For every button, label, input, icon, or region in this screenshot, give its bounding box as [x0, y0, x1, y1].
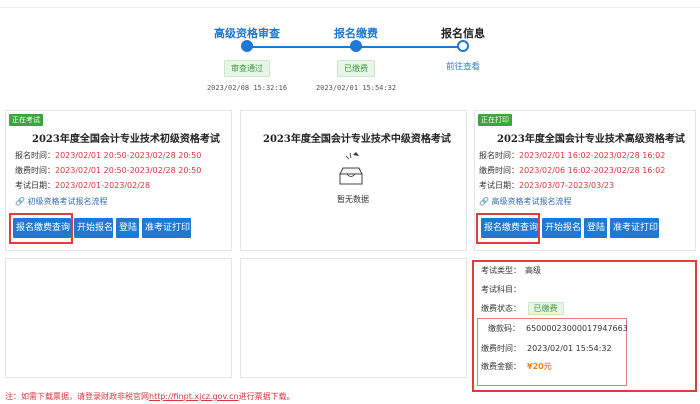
empty-box-icon: [339, 152, 363, 185]
footer-suffix: 进行票据下载。: [238, 392, 295, 401]
link-icon: 🔗: [479, 197, 489, 206]
info-value: 2023/03/07-2023/03/23: [519, 181, 615, 190]
junior-start-signup-button[interactable]: 开始报名: [74, 218, 113, 238]
exam-type-value: 高级: [525, 266, 541, 275]
order-code-label: 缴款码：: [488, 324, 520, 333]
info-label: 考试日期：: [479, 181, 519, 190]
junior-status-tag: 正在考试: [9, 114, 43, 126]
step-connector-2: [356, 46, 463, 48]
step-3-title: 报名信息: [441, 27, 485, 40]
info-label: 缴费时间：: [479, 166, 519, 175]
junior-exam-title: 2023年度全国会计专业技术初级资格考试: [32, 134, 220, 145]
step-1-title: 高级资格审查: [214, 27, 280, 40]
step-2-status-badge: 已缴费: [337, 60, 375, 77]
junior-exam-date-row: 考试日期：2023/02/01-2023/02/28: [15, 180, 150, 191]
info-value: 2023/02/01-2023/02/28: [55, 181, 151, 190]
amount-label: 缴费金额：: [481, 362, 521, 371]
step-1-dot: [241, 40, 253, 52]
senior-flow-link[interactable]: 🔗 高级资格考试报名流程: [479, 196, 572, 207]
senior-flow-link-label: 高级资格考试报名流程: [491, 197, 572, 206]
middle-exam-title: 2023年度全国会计专业技术中级资格考试: [263, 134, 451, 145]
info-value: 2023/02/06 16:02-2023/02/28 16:02: [519, 166, 666, 175]
info-value: 2023/02/01 16:02-2023/02/28 16:02: [519, 151, 666, 160]
link-icon: 🔗: [15, 197, 25, 206]
middle-empty-text: 暂无数据: [337, 195, 369, 204]
junior-admission-print-button[interactable]: 准考证打印: [142, 218, 191, 238]
info-label: 考试日期：: [15, 181, 55, 190]
info-value: 2023/02/01 20:50-2023/02/28 20:50: [55, 151, 202, 160]
senior-highlight-box: [476, 213, 540, 244]
step-3-view-link[interactable]: 前往查看: [446, 60, 480, 72]
pay-status-label: 缴费状态：: [481, 304, 521, 313]
info-label: 报名时间：: [15, 151, 55, 160]
info-label: 报名时间：: [479, 151, 519, 160]
footer-note: 注：如需下载票据，请登录财政非税官网http://finpt.xjcz.gov.…: [5, 391, 295, 402]
junior-login-button[interactable]: 登陆: [116, 218, 139, 238]
pay-time-value: 2023/02/01 15:54:32: [527, 344, 612, 353]
pay-time-row: 缴费时间： 2023/02/01 15:54:32: [481, 343, 612, 354]
step-2-time: 2023/02/01 15:54:32: [315, 84, 397, 92]
junior-pay-time-row: 缴费时间：2023/02/01 20:50-2023/02/28 20:50: [15, 165, 201, 176]
amount-row: 缴费金额： ¥20元: [481, 361, 552, 372]
footer-prefix: 注：如需下载票据，请登录财政非税官网: [5, 392, 149, 401]
step-2-title: 报名缴费: [334, 27, 378, 40]
step-1-status-badge: 审查通过: [224, 60, 270, 77]
exam-type-label: 考试类型：: [481, 266, 521, 275]
junior-signup-time-row: 报名时间：2023/02/01 20:50-2023/02/28 20:50: [15, 150, 201, 161]
senior-admission-print-button[interactable]: 准考证打印: [610, 218, 659, 238]
pay-status-badge: 已缴费: [527, 302, 564, 315]
senior-login-button[interactable]: 登陆: [584, 218, 607, 238]
pay-time-label: 缴费时间：: [481, 344, 521, 353]
top-divider: [0, 0, 700, 8]
junior-flow-link-label: 初级资格考试报名流程: [27, 197, 108, 206]
subject-label: 考试科目：: [481, 285, 521, 294]
finpt-link[interactable]: http://finpt.xjcz.gov.cn: [149, 392, 239, 401]
junior-detail-panel: [5, 258, 232, 378]
info-value: 2023/02/01 20:50-2023/02/28 20:50: [55, 166, 202, 175]
junior-flow-link[interactable]: 🔗 初级资格考试报名流程: [15, 196, 108, 207]
junior-highlight-box: [9, 213, 73, 244]
senior-start-signup-button[interactable]: 开始报名: [542, 218, 581, 238]
pay-status-row: 缴费状态： 已缴费: [481, 302, 564, 315]
senior-status-tag: 正在打印: [478, 114, 512, 126]
senior-signup-time-row: 报名时间：2023/02/01 16:02-2023/02/28 16:02: [479, 150, 665, 161]
order-code-value: 65000023000017947663: [526, 324, 628, 333]
senior-exam-title: 2023年度全国会计专业技术高级资格考试: [497, 134, 685, 145]
exam-type-row: 考试类型： 高级: [481, 265, 541, 276]
step-1-time: 2023/02/08 15:32:16: [206, 84, 288, 92]
step-3-dot: [457, 40, 469, 52]
senior-exam-date-row: 考试日期：2023/03/07-2023/03/23: [479, 180, 614, 191]
middle-detail-panel: [240, 258, 467, 378]
step-2-dot: [350, 40, 362, 52]
amount-value: ¥20元: [527, 362, 552, 371]
step-connector-1: [247, 46, 356, 48]
subject-row: 考试科目：: [481, 284, 521, 295]
senior-pay-time-row: 缴费时间：2023/02/06 16:02-2023/02/28 16:02: [479, 165, 665, 176]
info-label: 缴费时间：: [15, 166, 55, 175]
order-code-row: 缴款码： 65000023000017947663: [488, 323, 628, 334]
